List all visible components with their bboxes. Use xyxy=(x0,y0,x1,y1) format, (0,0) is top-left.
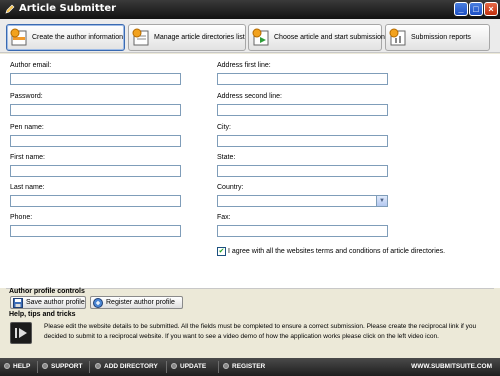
footer-separator xyxy=(37,361,38,373)
password-label: Password: xyxy=(10,93,43,100)
save-author-profile-label: Save author profile xyxy=(26,299,85,306)
footer-register-label: REGISTER xyxy=(232,363,266,370)
nav-submission-reports-button[interactable]: Submission reports xyxy=(385,24,490,51)
nav-start-submission-button[interactable]: Choose article and start submission xyxy=(248,24,385,51)
nav-label: Choose article and start submission xyxy=(274,34,385,41)
state-label: State: xyxy=(217,154,236,161)
pen-name-label: Pen name: xyxy=(10,124,44,131)
password-field[interactable] xyxy=(10,104,181,116)
footer-separator xyxy=(218,361,219,373)
main-toolbar: Create the author information Manage art… xyxy=(0,19,500,53)
address-second-line-field[interactable] xyxy=(217,104,388,116)
help-section-title: Help, tips and tricks xyxy=(9,311,76,318)
chevron-down-icon[interactable]: ▼ xyxy=(376,196,387,206)
report-icon xyxy=(389,28,406,46)
country-label: Country: xyxy=(217,184,244,191)
close-button[interactable]: × xyxy=(484,2,498,16)
phone-field[interactable] xyxy=(10,225,181,237)
bullet-icon xyxy=(95,363,101,369)
nav-label: Submission reports xyxy=(411,34,471,41)
register-author-profile-button[interactable]: Register author profile xyxy=(90,296,183,309)
help-text: Please edit the website details to be su… xyxy=(44,323,477,340)
register-author-profile-label: Register author profile xyxy=(106,299,175,306)
minimize-icon: _ xyxy=(458,4,464,14)
footer-separator xyxy=(89,361,90,373)
author-email-field[interactable] xyxy=(10,73,181,85)
maximize-icon: □ xyxy=(473,4,479,14)
state-field[interactable] xyxy=(217,165,388,177)
footer-add-directory-label: ADD DIRECTORY xyxy=(104,363,158,370)
bullet-icon xyxy=(4,363,10,369)
bullet-icon xyxy=(223,363,229,369)
address-first-line-field[interactable] xyxy=(217,73,388,85)
city-label: City: xyxy=(217,124,231,131)
phone-label: Phone: xyxy=(10,214,33,221)
last-name-field[interactable] xyxy=(10,195,181,207)
city-field[interactable] xyxy=(217,135,388,147)
submit-icon xyxy=(252,28,269,46)
footer-add-directory-link[interactable]: ADD DIRECTORY xyxy=(95,363,158,370)
pencil-icon xyxy=(5,4,15,14)
maximize-button[interactable]: □ xyxy=(469,2,483,16)
footer-site-link[interactable]: WWW.SUBMITSUITE.COM xyxy=(411,363,492,370)
close-icon: × xyxy=(488,4,494,14)
register-icon xyxy=(93,298,103,308)
checkmark-icon: ✔ xyxy=(218,248,225,255)
first-name-field[interactable] xyxy=(10,165,181,177)
minimize-button[interactable]: _ xyxy=(454,2,468,16)
save-icon xyxy=(13,298,23,308)
agree-label: I agree with all the websites terms and … xyxy=(228,248,446,255)
author-email-label: Author email: xyxy=(10,62,52,69)
bullet-icon xyxy=(171,363,177,369)
footer-separator xyxy=(166,361,167,373)
pen-name-field[interactable] xyxy=(10,135,181,147)
first-name-label: First name: xyxy=(10,154,46,161)
save-author-profile-button[interactable]: Save author profile xyxy=(10,296,86,309)
footer-bar: HELP SUPPORT ADD DIRECTORY UPDATE REGIST… xyxy=(0,358,500,376)
address-second-line-label: Address second line: xyxy=(217,93,282,100)
author-icon xyxy=(10,28,27,46)
video-icon xyxy=(15,328,27,338)
footer-help-link[interactable]: HELP xyxy=(4,363,30,370)
footer-update-link[interactable]: UPDATE xyxy=(171,363,206,370)
fax-field[interactable] xyxy=(217,225,388,237)
fax-label: Fax: xyxy=(217,214,231,221)
nav-label: Manage article directories list xyxy=(154,34,245,41)
video-demo-button[interactable] xyxy=(10,322,32,344)
window-title: Article Submitter xyxy=(19,3,117,14)
nav-label: Create the author information xyxy=(32,34,124,41)
title-bar: Article Submitter _ □ × xyxy=(0,0,500,19)
agree-checkbox[interactable]: ✔ xyxy=(217,247,226,256)
address-first-line-label: Address first line: xyxy=(217,62,271,69)
footer-update-label: UPDATE xyxy=(180,363,207,370)
list-icon xyxy=(132,28,149,46)
footer-register-link[interactable]: REGISTER xyxy=(223,363,265,370)
footer-support-label: SUPPORT xyxy=(51,363,83,370)
profile-section-title: Author profile controls xyxy=(9,288,85,295)
footer-help-label: HELP xyxy=(13,363,31,370)
footer-support-link[interactable]: SUPPORT xyxy=(42,363,82,370)
country-select[interactable]: ▼ xyxy=(217,195,388,207)
bullet-icon xyxy=(42,363,48,369)
last-name-label: Last name: xyxy=(10,184,45,191)
nav-create-author-button[interactable]: Create the author information xyxy=(6,24,125,51)
nav-manage-directories-button[interactable]: Manage article directories list xyxy=(128,24,246,51)
